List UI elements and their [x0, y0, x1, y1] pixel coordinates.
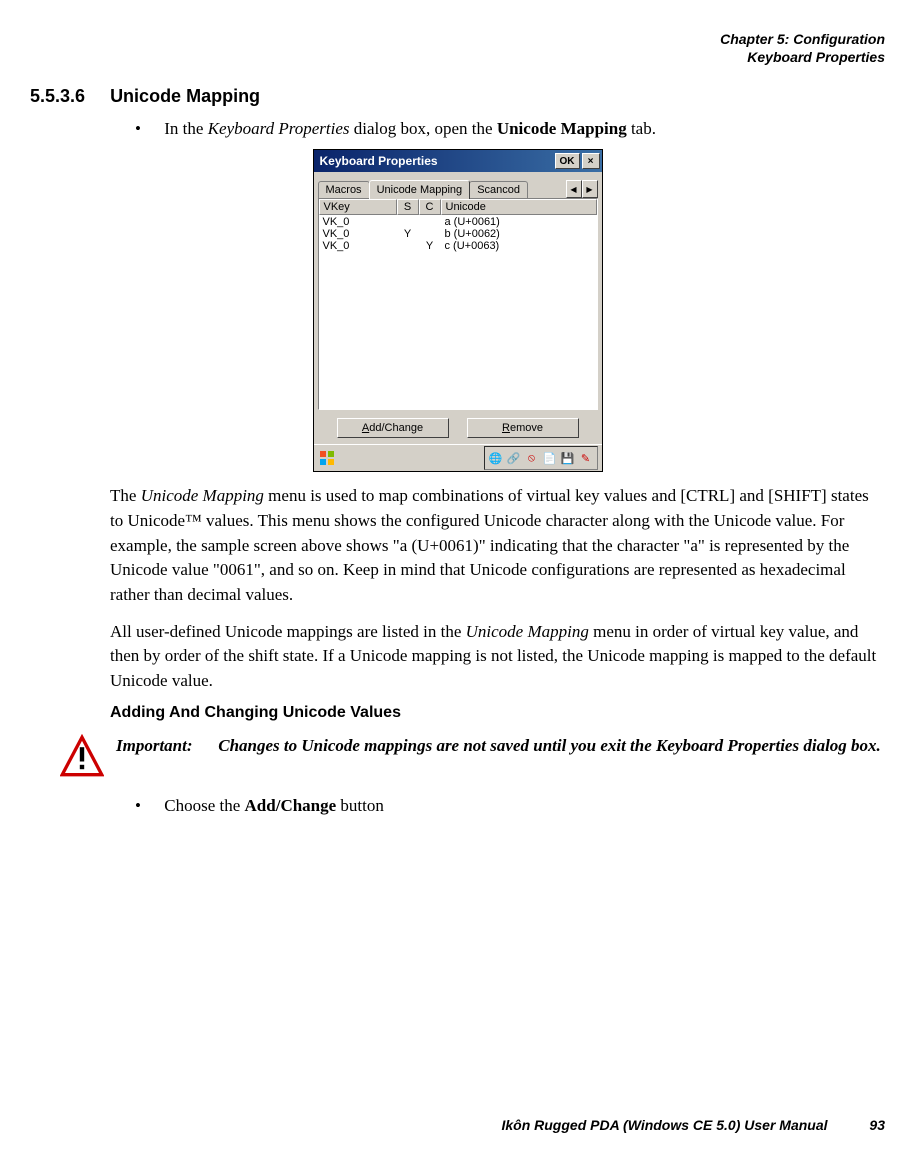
header-section: Keyboard Properties	[30, 48, 885, 66]
system-tray: 🌐 🔗 ⦸ 📄 💾 ✎	[484, 446, 598, 470]
start-button[interactable]	[318, 449, 336, 467]
bullet-marker: •	[135, 119, 160, 139]
paragraph-2: All user-defined Unicode mappings are li…	[110, 620, 885, 694]
header-s[interactable]: S	[397, 199, 419, 215]
keyboard-properties-dialog: Keyboard Properties OK × Macros Unicode …	[313, 149, 603, 472]
tray-globe-icon[interactable]: 🌐	[489, 451, 503, 465]
footer-manual: Ikôn Rugged PDA (Windows CE 5.0) User Ma…	[501, 1117, 827, 1133]
important-label: Important:	[116, 734, 214, 758]
tab-scancode[interactable]: Scancod	[469, 181, 528, 198]
header-chapter: Chapter 5: Configuration	[30, 30, 885, 48]
ok-button[interactable]: OK	[555, 153, 580, 169]
tray-network-icon[interactable]: 🔗	[507, 451, 521, 465]
bullet-marker: •	[135, 796, 160, 816]
list-header: VKey S C Unicode	[319, 199, 597, 215]
tab-row: Macros Unicode Mapping Scancod ◀ ▶	[318, 176, 598, 198]
bullet-choose-add: • Choose the Add/Change button	[135, 796, 885, 816]
unicode-list: VKey S C Unicode VK_0 a (U+0061) VK_0 Y	[318, 198, 598, 410]
paragraph-1: The Unicode Mapping menu is used to map …	[110, 484, 885, 607]
list-row[interactable]: VK_0 Y c (U+0063)	[319, 240, 597, 252]
warning-icon	[60, 734, 110, 778]
remove-button[interactable]: Remove	[467, 418, 579, 438]
page-footer: Ikôn Rugged PDA (Windows CE 5.0) User Ma…	[501, 1117, 885, 1133]
dialog-body: Macros Unicode Mapping Scancod ◀ ▶ VKey …	[314, 172, 602, 444]
header-vkey[interactable]: VKey	[319, 199, 397, 215]
section-heading: 5.5.3.6 Unicode Mapping	[30, 86, 885, 107]
footer-page-number: 93	[869, 1117, 885, 1133]
header-c[interactable]: C	[419, 199, 441, 215]
tab-scroll-left[interactable]: ◀	[566, 180, 582, 198]
section-title: Unicode Mapping	[110, 86, 260, 106]
list-rows: VK_0 a (U+0061) VK_0 Y b (U+0062) VK_0	[319, 215, 597, 252]
dialog-titlebar: Keyboard Properties OK ×	[314, 150, 602, 172]
tab-macros[interactable]: Macros	[318, 181, 370, 198]
important-note: Important: Changes to Unicode mappings a…	[60, 734, 885, 778]
page-header: Chapter 5: Configuration Keyboard Proper…	[30, 30, 885, 66]
tab-scroll-right[interactable]: ▶	[582, 180, 598, 198]
dialog-button-row: Add/Change Remove	[318, 418, 598, 438]
section-number: 5.5.3.6	[30, 86, 85, 106]
tray-pen-icon[interactable]: ✎	[579, 451, 593, 465]
important-text: Changes to Unicode mappings are not save…	[218, 736, 881, 755]
tray-doc-icon[interactable]: 📄	[543, 451, 557, 465]
close-button[interactable]: ×	[582, 153, 600, 169]
add-change-button[interactable]: Add/Change	[337, 418, 449, 438]
subheading-adding-changing: Adding And Changing Unicode Values	[110, 704, 885, 722]
list-row[interactable]: VK_0 a (U+0061)	[319, 216, 597, 228]
taskbar: 🌐 🔗 ⦸ 📄 💾 ✎	[314, 444, 602, 471]
bullet-open-tab: • In the Keyboard Properties dialog box,…	[135, 119, 885, 139]
tab-unicode-mapping[interactable]: Unicode Mapping	[369, 180, 471, 199]
header-unicode[interactable]: Unicode	[441, 199, 597, 215]
list-row[interactable]: VK_0 Y b (U+0062)	[319, 228, 597, 240]
tray-card-icon[interactable]: 💾	[561, 451, 575, 465]
dialog-title: Keyboard Properties	[320, 154, 553, 168]
tray-stop-icon[interactable]: ⦸	[525, 451, 539, 465]
